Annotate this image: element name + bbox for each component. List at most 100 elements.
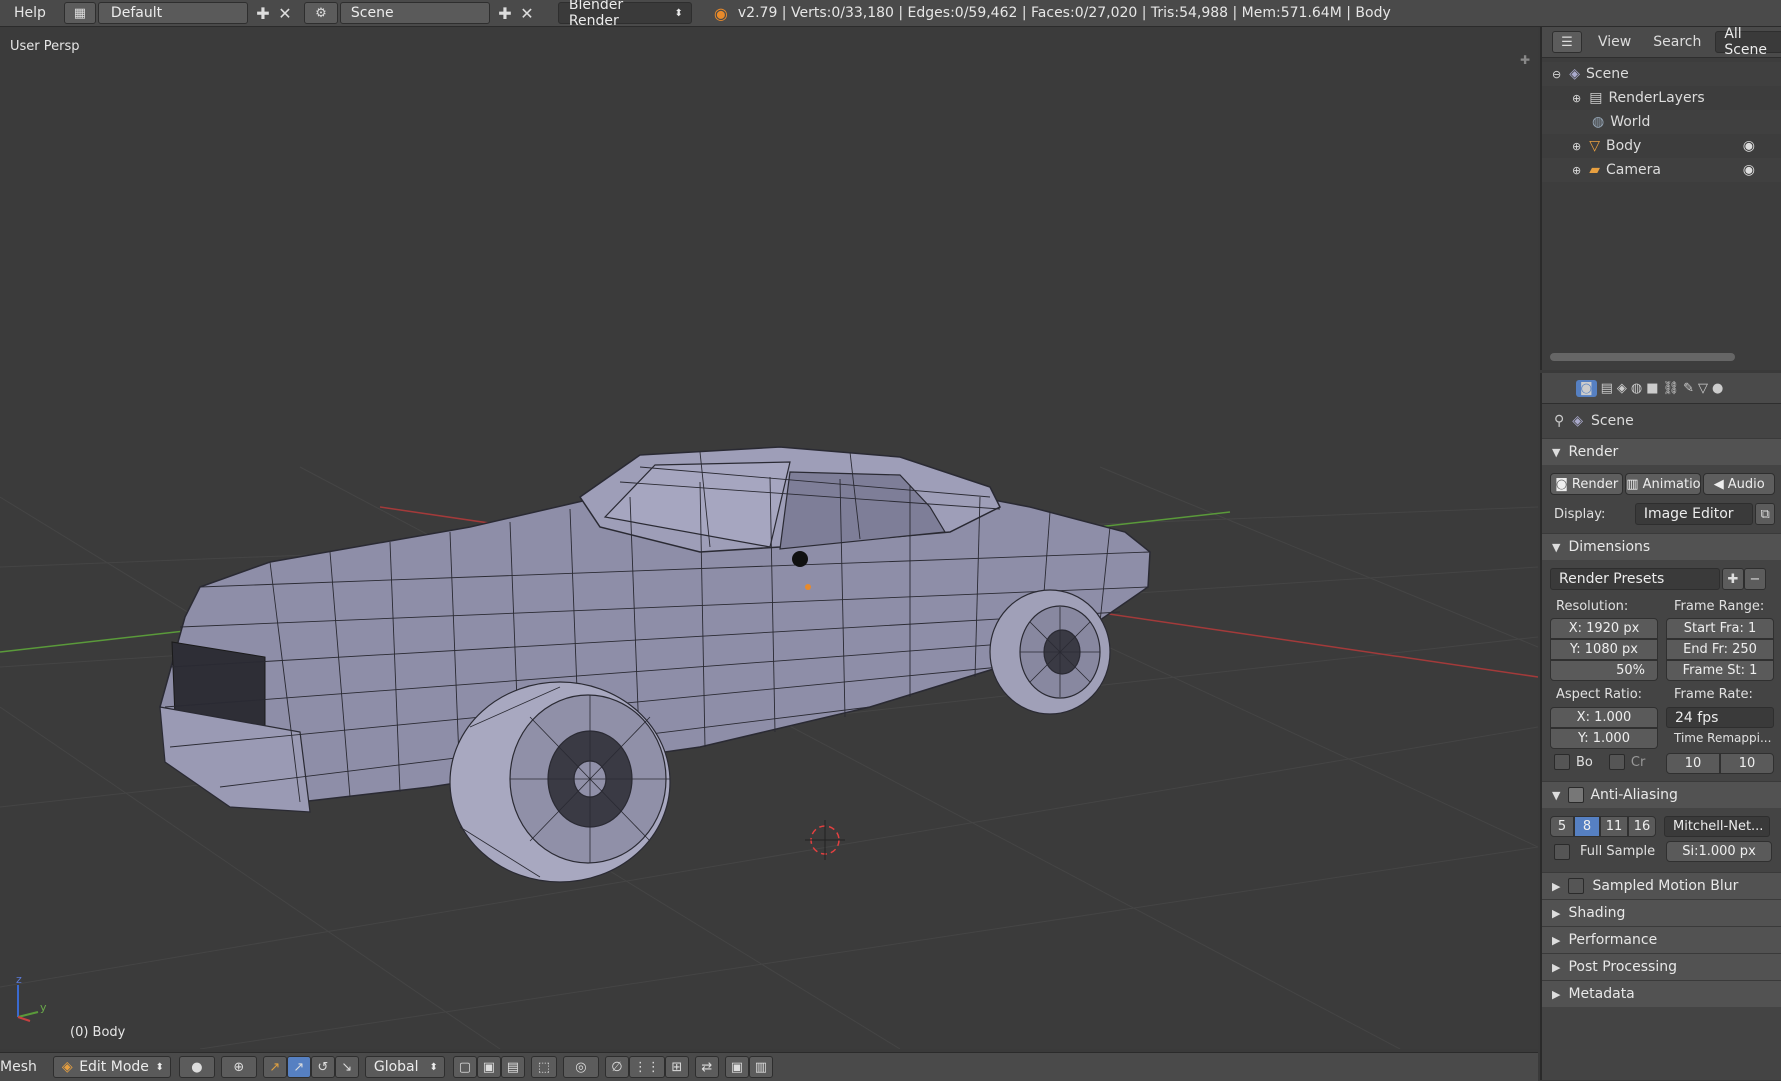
scene-field[interactable]: Scene xyxy=(339,2,490,24)
orientation-value: Global xyxy=(373,1059,419,1075)
aa-sample-5[interactable]: 5 xyxy=(1550,816,1574,837)
snap-element-icon[interactable]: ⋮⋮ xyxy=(628,1056,665,1078)
delete-scene-icon[interactable]: ✕ xyxy=(516,2,538,24)
layout-selector-icon[interactable]: ▦ xyxy=(63,2,96,24)
resolution-x-field[interactable]: X: 1920 px xyxy=(1550,618,1658,639)
remap-new-field[interactable]: 10 xyxy=(1720,753,1774,774)
animation-button[interactable]: ▥ Animatio xyxy=(1625,473,1702,495)
edit-mode-icon: ◈ xyxy=(61,1059,73,1075)
panel-title: Render xyxy=(1568,444,1619,460)
orientation-select[interactable]: Global ⬍ xyxy=(364,1056,445,1078)
delete-layout-icon[interactable]: ✕ xyxy=(274,2,296,24)
pin-icon[interactable]: ⚲ xyxy=(1554,413,1564,429)
dimensions-panel-header[interactable]: ▼ Dimensions xyxy=(1542,533,1781,560)
resolution-percentage-field[interactable]: 50% xyxy=(1550,660,1658,681)
render-animation-icon[interactable]: ▥ xyxy=(748,1056,773,1078)
layer-1-icon[interactable]: ▢ xyxy=(452,1056,477,1078)
start-frame-field[interactable]: Start Fra: 1 xyxy=(1666,618,1774,639)
snap-target-icon[interactable]: ⊞ xyxy=(664,1056,689,1078)
layer-2-icon[interactable]: ▣ xyxy=(476,1056,501,1078)
material-tab-icon[interactable]: ● xyxy=(1712,381,1723,396)
aa-sample-16[interactable]: 16 xyxy=(1628,816,1656,837)
render-engine-select[interactable]: Blender Render ⬍ xyxy=(557,0,692,29)
mode-select[interactable]: ◈ Edit Mode ⬍ xyxy=(52,1056,171,1078)
crop-checkbox[interactable] xyxy=(1608,754,1625,770)
anti-aliasing-panel-header[interactable]: ▼ Anti-Aliasing xyxy=(1542,781,1781,808)
visibility-eye-icon[interactable]: ◉ xyxy=(1743,138,1755,154)
motion-blur-panel-header[interactable]: ▶ Sampled Motion Blur xyxy=(1542,872,1781,899)
rotate-manipulator-icon[interactable]: ↺ xyxy=(310,1056,335,1078)
help-menu[interactable]: Help xyxy=(0,5,60,21)
outliner-scrollbar[interactable] xyxy=(1550,353,1735,361)
snap-toggle-icon[interactable]: ∅ xyxy=(604,1056,629,1078)
outliner-row-camera[interactable]: ⊕ ▰ Camera ◉ xyxy=(1542,158,1781,182)
remove-preset-icon[interactable]: − xyxy=(1744,568,1766,590)
editor-type-icon[interactable]: ☰ xyxy=(1552,31,1582,53)
outliner-row-world[interactable]: ◍ World xyxy=(1542,110,1781,134)
object-tab-icon[interactable]: ■ xyxy=(1646,381,1658,396)
scene-tab-icon[interactable]: ◈ xyxy=(1617,381,1627,396)
anti-aliasing-checkbox[interactable] xyxy=(1568,787,1585,803)
scene-selector-icon[interactable]: ⚙ xyxy=(303,2,338,24)
car-mesh[interactable] xyxy=(159,446,1151,883)
aa-filter-select[interactable]: Mitchell-Net... xyxy=(1664,816,1770,837)
manipulator-toggle-icon[interactable]: ↗ xyxy=(262,1056,287,1078)
add-scene-icon[interactable]: ✚ xyxy=(494,2,516,24)
render-panel-header[interactable]: ▼ Render xyxy=(1542,438,1781,465)
add-layout-icon[interactable]: ✚ xyxy=(252,2,274,24)
aspect-y-field[interactable]: Y: 1.000 xyxy=(1550,728,1658,749)
frame-rate-select[interactable]: 24 fps xyxy=(1666,707,1774,728)
visibility-eye-icon[interactable]: ◉ xyxy=(1743,162,1755,178)
render-button[interactable]: ◙ Render xyxy=(1550,473,1624,495)
outliner-view-menu[interactable]: View xyxy=(1598,34,1631,50)
end-frame-field[interactable]: End Fr: 250 xyxy=(1666,639,1774,660)
mirror-icon[interactable]: ⇄ xyxy=(694,1056,719,1078)
outliner-row-body[interactable]: ⊕ ▽ Body ◉ xyxy=(1542,134,1781,158)
outliner-item-label: RenderLayers xyxy=(1608,90,1705,106)
add-preset-icon[interactable]: ✚ xyxy=(1722,568,1744,590)
audio-button[interactable]: ◀ Audio xyxy=(1703,473,1775,495)
translate-manipulator-icon[interactable]: ↗ xyxy=(286,1056,311,1078)
outliner-panel: ☰ View Search All Scene ⊖ ◈ Scene ⊕ ▤ Re… xyxy=(1540,26,1781,370)
constraints-tab-icon[interactable]: ⛓ xyxy=(1663,381,1680,396)
motion-blur-checkbox[interactable] xyxy=(1568,878,1585,894)
region-toggle-icon[interactable]: ✚ xyxy=(1520,53,1534,67)
world-tab-icon[interactable]: ◍ xyxy=(1631,381,1642,396)
outliner-row-scene[interactable]: ⊖ ◈ Scene xyxy=(1542,62,1781,86)
mesh-menu[interactable]: Mesh xyxy=(0,1059,45,1075)
pivot-point-icon[interactable]: ⊕ xyxy=(220,1056,257,1078)
3d-cursor-icon[interactable] xyxy=(805,820,845,860)
render-presets-select[interactable]: Render Presets xyxy=(1550,568,1720,590)
metadata-panel-header[interactable]: ▶ Metadata xyxy=(1542,980,1781,1007)
occlude-geometry-icon[interactable]: ⬚ xyxy=(530,1056,557,1078)
post-processing-panel-header[interactable]: ▶ Post Processing xyxy=(1542,953,1781,980)
aa-sample-8[interactable]: 8 xyxy=(1574,816,1600,837)
proportional-edit-icon[interactable]: ◎ xyxy=(562,1056,599,1078)
outliner-search-menu[interactable]: Search xyxy=(1653,34,1701,50)
viewport-shading-icon[interactable]: ● xyxy=(178,1056,215,1078)
full-sample-checkbox[interactable] xyxy=(1554,843,1570,860)
lock-interface-icon[interactable]: ⧉ xyxy=(1755,503,1775,525)
outliner-row-renderlayers[interactable]: ⊕ ▤ RenderLayers xyxy=(1542,86,1781,110)
display-select[interactable]: Image Editor xyxy=(1634,503,1754,525)
filter-size-field[interactable]: Si:1.000 px xyxy=(1666,841,1772,862)
scale-manipulator-icon[interactable]: ↘ xyxy=(334,1056,359,1078)
layer-3-icon[interactable]: ▤ xyxy=(500,1056,525,1078)
aspect-x-field[interactable]: X: 1.000 xyxy=(1550,707,1658,728)
3d-viewport[interactable]: User Persp z y (0) Body ✚ xyxy=(0,27,1538,1049)
chevron-updown-icon: ⬍ xyxy=(674,7,683,19)
modifiers-tab-icon[interactable]: ✎ xyxy=(1683,381,1694,396)
aa-sample-11[interactable]: 11 xyxy=(1600,816,1628,837)
render-tab-icon[interactable]: ◙ xyxy=(1576,379,1597,397)
performance-panel-header[interactable]: ▶ Performance xyxy=(1542,926,1781,953)
border-checkbox[interactable] xyxy=(1554,754,1570,770)
layout-field[interactable]: Default xyxy=(97,2,248,24)
outliner-filter-select[interactable]: All Scene xyxy=(1715,26,1781,58)
shading-panel-header[interactable]: ▶ Shading xyxy=(1542,899,1781,926)
resolution-y-field[interactable]: Y: 1080 px xyxy=(1550,639,1658,660)
render-preview-icon[interactable]: ▣ xyxy=(724,1056,749,1078)
frame-step-field[interactable]: Frame St: 1 xyxy=(1666,660,1774,681)
remap-old-field[interactable]: 10 xyxy=(1666,753,1720,774)
data-tab-icon[interactable]: ▽ xyxy=(1698,381,1708,396)
render-layers-tab-icon[interactable]: ▤ xyxy=(1601,381,1613,396)
